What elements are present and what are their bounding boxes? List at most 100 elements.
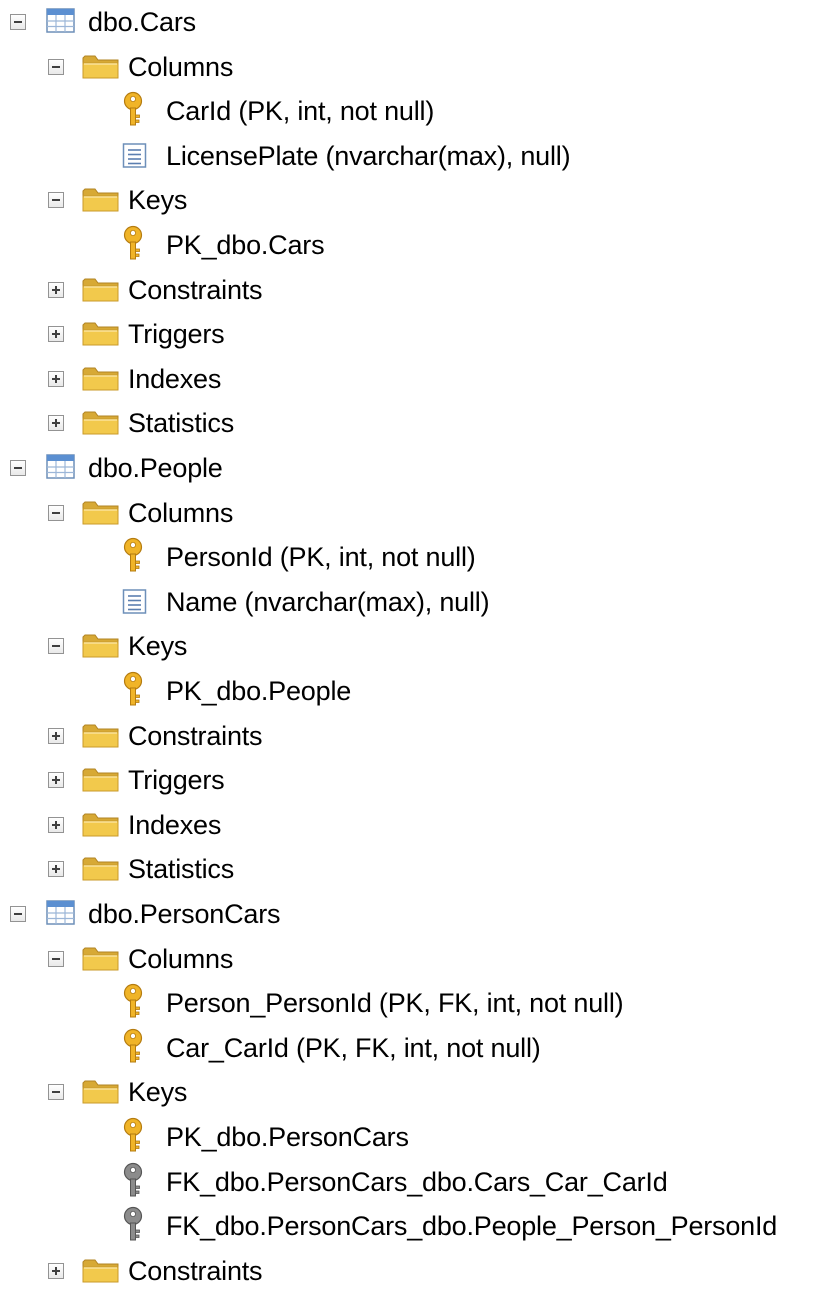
tree-node-key[interactable]: FK_dbo.PersonCars_dbo.People_Person_Pers… [0, 1204, 840, 1248]
tree-node-label: Constraints [128, 720, 263, 751]
tree-node-label: Person_PersonId (PK, FK, int, not null) [166, 988, 624, 1019]
tree-node-label: Indexes [128, 363, 222, 394]
tree-node-table[interactable]: dbo.People [0, 446, 840, 490]
expand-toggle[interactable] [48, 861, 64, 878]
tree-node-label: Keys [128, 631, 188, 662]
tree-node-table[interactable]: dbo.Cars [0, 0, 840, 44]
expand-toggle[interactable] [48, 281, 64, 298]
tree-node-folder[interactable]: Triggers [0, 312, 840, 356]
tree-node-key[interactable]: FK_dbo.PersonCars_dbo.Cars_Car_CarId [0, 1160, 840, 1204]
table-icon [46, 899, 76, 927]
tree-node-folder[interactable]: Statistics [0, 401, 840, 445]
tree-node-label: FK_dbo.PersonCars_dbo.People_Person_Pers… [166, 1211, 778, 1242]
folder-icon [82, 500, 120, 526]
collapse-toggle[interactable] [10, 906, 26, 922]
expand-toggle[interactable] [48, 1262, 64, 1279]
tree-node-label: Name (nvarchar(max), null) [166, 586, 490, 617]
collapse-toggle[interactable] [48, 1084, 64, 1101]
tree-node-label: Columns [128, 943, 234, 974]
primary-key-icon [120, 671, 146, 707]
folder-icon [82, 723, 120, 749]
tree-node-column[interactable]: Car_CarId (PK, FK, int, not null) [0, 1026, 840, 1070]
primary-key-icon [120, 225, 146, 261]
expand-toggle[interactable] [48, 326, 64, 343]
folder-icon [82, 410, 120, 436]
tree-node-label: Columns [128, 497, 234, 528]
collapse-toggle[interactable] [10, 14, 26, 30]
folder-icon [82, 187, 120, 213]
collapse-toggle[interactable] [48, 504, 64, 521]
tree-node-folder[interactable]: Triggers [0, 758, 840, 802]
folder-icon [82, 1079, 120, 1105]
tree-node-label: dbo.People [88, 453, 223, 483]
primary-key-icon [120, 1028, 146, 1064]
tree-node-folder[interactable]: Keys [0, 624, 840, 668]
primary-key-icon [120, 1117, 146, 1153]
folder-icon [82, 54, 120, 80]
tree-node-label: Triggers [128, 319, 225, 350]
object-explorer-tree: dbo.Cars Columns CarId (PK, int, not nul… [0, 0, 840, 1296]
column-icon [122, 142, 148, 170]
tree-node-folder[interactable]: Constraints [0, 714, 840, 758]
table-icon [46, 7, 76, 35]
column-icon [122, 588, 148, 616]
folder-icon [82, 633, 120, 659]
foreign-key-icon [120, 1206, 146, 1242]
folder-icon [82, 321, 120, 347]
tree-node-column[interactable]: LicensePlate (nvarchar(max), null) [0, 134, 840, 178]
tree-node-label: Indexes [128, 809, 222, 840]
tree-node-folder[interactable]: Columns [0, 937, 840, 981]
tree-node-label: Statistics [128, 408, 235, 439]
tree-node-column[interactable]: Name (nvarchar(max), null) [0, 580, 840, 624]
folder-icon [82, 277, 120, 303]
tree-node-key[interactable]: PK_dbo.PersonCars [0, 1115, 840, 1159]
tree-node-folder[interactable]: Columns [0, 45, 840, 89]
tree-node-folder[interactable]: Indexes [0, 803, 840, 847]
tree-node-column[interactable]: Person_PersonId (PK, FK, int, not null) [0, 981, 840, 1025]
tree-node-label: dbo.PersonCars [88, 899, 281, 929]
expand-toggle[interactable] [48, 816, 64, 833]
tree-node-label: PK_dbo.Cars [166, 230, 325, 260]
tree-node-folder[interactable]: Statistics [0, 847, 840, 891]
tree-node-folder[interactable]: Keys [0, 1070, 840, 1114]
collapse-toggle[interactable] [10, 460, 26, 476]
tree-node-label: PersonId (PK, int, not null) [166, 542, 476, 573]
collapse-toggle[interactable] [48, 58, 64, 75]
tree-node-label: dbo.Cars [88, 7, 196, 37]
tree-node-label: Statistics [128, 854, 235, 885]
table-icon [46, 453, 76, 481]
expand-toggle[interactable] [48, 370, 64, 387]
tree-node-folder[interactable]: Keys [0, 178, 840, 222]
tree-node-column[interactable]: CarId (PK, int, not null) [0, 89, 840, 133]
collapse-toggle[interactable] [48, 192, 64, 209]
expand-toggle[interactable] [48, 772, 64, 789]
tree-node-label: Constraints [128, 274, 263, 305]
tree-node-folder[interactable]: Constraints [0, 1249, 840, 1293]
expand-toggle[interactable] [48, 415, 64, 432]
folder-icon [82, 856, 120, 882]
tree-node-label: Constraints [128, 1255, 263, 1286]
foreign-key-icon [120, 1162, 146, 1198]
tree-node-label: Car_CarId (PK, FK, int, not null) [166, 1032, 541, 1063]
tree-node-label: FK_dbo.PersonCars_dbo.Cars_Car_CarId [166, 1166, 668, 1197]
tree-node-folder[interactable]: Columns [0, 491, 840, 535]
folder-icon [82, 1258, 120, 1284]
tree-node-key[interactable]: PK_dbo.Cars [0, 223, 840, 267]
tree-node-label: Keys [128, 185, 188, 216]
folder-icon [82, 767, 120, 793]
tree-node-folder[interactable]: Constraints [0, 268, 840, 312]
collapse-toggle[interactable] [48, 950, 64, 967]
tree-node-table[interactable]: dbo.PersonCars [0, 892, 840, 936]
primary-key-icon [120, 91, 146, 127]
collapse-toggle[interactable] [48, 638, 64, 655]
tree-node-folder[interactable]: Indexes [0, 357, 840, 401]
primary-key-icon [120, 537, 146, 573]
tree-node-label: PK_dbo.People [166, 676, 352, 706]
expand-toggle[interactable] [48, 727, 64, 744]
folder-icon [82, 366, 120, 392]
tree-node-column[interactable]: PersonId (PK, int, not null) [0, 535, 840, 579]
tree-node-label: Keys [128, 1077, 188, 1108]
folder-icon [82, 946, 120, 972]
tree-node-label: Triggers [128, 765, 225, 796]
tree-node-key[interactable]: PK_dbo.People [0, 669, 840, 713]
